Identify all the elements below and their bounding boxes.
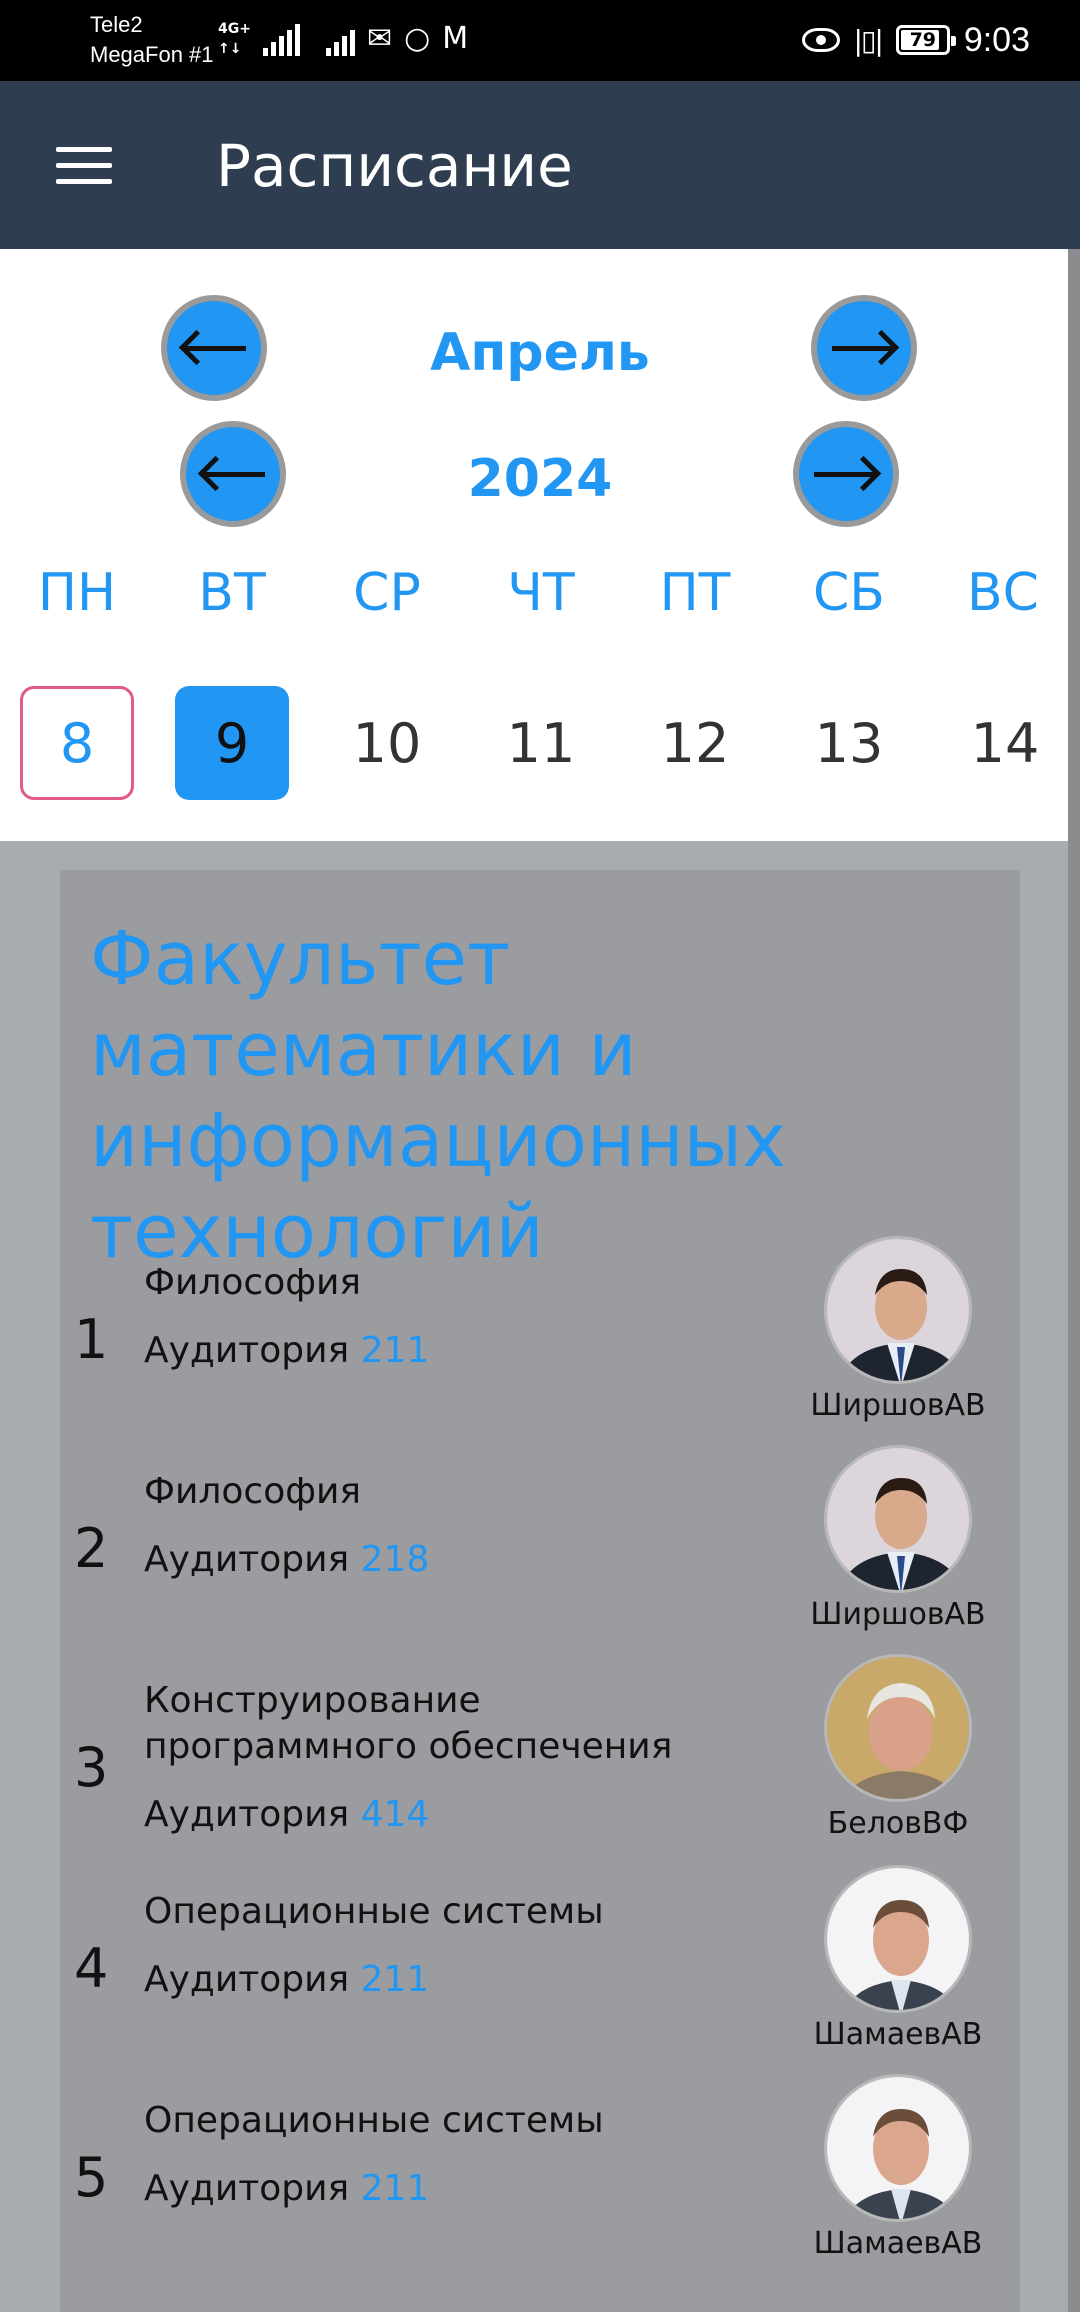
day-cell[interactable]: 10: [330, 686, 444, 800]
teacher-name: БеловВФ: [827, 1806, 969, 1841]
carrier-1: Tele2: [90, 12, 143, 37]
teacher-avatar: [824, 1236, 972, 1384]
lesson-row[interactable]: 4 Операционные системы Аудитория 211 Шам…: [60, 1865, 1020, 2099]
teacher-avatar: [824, 1445, 972, 1593]
teacher-avatar: [824, 1654, 972, 1802]
gmail-icon: M: [442, 21, 469, 56]
day-cell[interactable]: 12: [638, 686, 752, 800]
network-type-label: 4G+: [218, 21, 251, 37]
sync-icon: ○: [404, 21, 431, 56]
weekday-mon: ПН: [37, 563, 117, 623]
weekday-wed: СР: [353, 563, 421, 623]
mail-icon: ✉: [366, 21, 393, 56]
day-cell[interactable]: 13: [792, 686, 906, 800]
teacher-name: ШамаевАВ: [813, 2017, 983, 2052]
day-cell[interactable]: 14: [948, 686, 1062, 800]
avatar-photo: [827, 1657, 969, 1799]
teacher-name: ШиршовАВ: [810, 1388, 986, 1423]
lesson-row[interactable]: 5 Операционные системы Аудитория 211 Шам…: [60, 2074, 1020, 2308]
month-label: Апрель: [430, 323, 650, 383]
teacher-name: ШамаевАВ: [813, 2226, 983, 2261]
year-label: 2024: [467, 449, 613, 509]
hamburger-icon: [56, 146, 112, 152]
hamburger-line: [56, 162, 112, 168]
weekday-fri: ПТ: [659, 563, 731, 623]
room-label: Аудитория: [144, 1794, 350, 1835]
battery-level: 79: [909, 29, 937, 51]
lesson-room: Аудитория 211: [144, 1957, 429, 2003]
weekday-sat: СБ: [813, 563, 885, 623]
lesson-subject: Операционные системы: [144, 2100, 604, 2141]
arrow-left-icon: [201, 471, 265, 477]
lesson-number: 1: [74, 1308, 109, 1371]
status-icons-right: |▯| 79 9:03: [801, 18, 1030, 62]
day-cell-selected[interactable]: 9: [175, 686, 289, 800]
arrow-right-icon: [832, 345, 896, 351]
weekday-sun: ВС: [967, 563, 1039, 623]
lesson-room: Аудитория 414: [144, 1792, 429, 1838]
room-number: 211: [360, 1959, 430, 2000]
prev-month-button[interactable]: [161, 295, 267, 401]
weekday-tue: ВТ: [198, 563, 266, 623]
arrow-left-icon: [182, 345, 246, 351]
room-number: 211: [360, 1330, 430, 1371]
room-label: Аудитория: [144, 1330, 350, 1371]
room-number: 211: [360, 2168, 430, 2209]
signal-icon-1: [262, 24, 300, 56]
room-number: 414: [360, 1794, 430, 1835]
scrollbar[interactable]: [1068, 249, 1080, 841]
status-bar: Tele2 MegaFon #1 4G+ ↑↓ ✉ ○ M |▯| 79 9:0…: [0, 0, 1080, 81]
lesson-number: 4: [74, 1937, 109, 2000]
lesson-room: Аудитория 211: [144, 1328, 429, 1374]
lesson-room: Аудитория 211: [144, 2166, 429, 2212]
next-year-button[interactable]: [793, 421, 899, 527]
avatar-photo: [827, 1868, 969, 2010]
app-bar: Расписание: [0, 81, 1080, 249]
room-label: Аудитория: [144, 1959, 350, 2000]
prev-year-button[interactable]: [180, 421, 286, 527]
vibrate-icon: |▯|: [853, 23, 884, 57]
lesson-row[interactable]: 1 Философия Аудитория 211 ШиршовАВ: [60, 1236, 1020, 1470]
carrier-info: Tele2 MegaFon #1: [90, 10, 214, 70]
faculty-title: Факультет математики и информационных те…: [90, 916, 786, 1275]
lesson-row[interactable]: 2 Философия Аудитория 218 ШиршовАВ: [60, 1445, 1020, 1679]
lesson-room: Аудитория 218: [144, 1537, 429, 1583]
teacher-avatar: [824, 1865, 972, 2013]
lesson-number: 2: [74, 1517, 109, 1580]
eye-comfort-icon: [801, 28, 840, 52]
clock: 9:03: [963, 20, 1030, 59]
room-label: Аудитория: [144, 2168, 350, 2209]
arrow-right-icon: [814, 471, 878, 477]
lesson-number: 3: [74, 1736, 109, 1799]
lesson-subject: Конструирование программного обеспечения: [144, 1680, 673, 1767]
scrollbar-track[interactable]: [1068, 841, 1080, 2312]
calendar-panel: Апрель 2024 ПН ВТ СР ЧТ ПТ СБ ВС 8 9 10 …: [0, 249, 1080, 841]
day-cell-today[interactable]: 8: [20, 686, 134, 800]
page-title: Расписание: [216, 132, 573, 200]
teacher-avatar: [824, 2074, 972, 2222]
lesson-subject: Операционные системы: [144, 1891, 604, 1932]
next-month-button[interactable]: [811, 295, 917, 401]
battery-icon: 79: [895, 25, 956, 55]
room-label: Аудитория: [144, 1539, 350, 1580]
signal-icon-2: [325, 26, 355, 56]
lesson-number: 5: [74, 2146, 109, 2209]
schedule-card: Факультет математики и информационных те…: [60, 870, 1020, 2312]
weekday-thu: ЧТ: [507, 563, 575, 623]
avatar-photo: [827, 1448, 969, 1590]
avatar-photo: [827, 2077, 969, 2219]
lesson-subject: Философия: [144, 1262, 362, 1303]
lesson-row[interactable]: 3 Конструирование программного обеспечен…: [60, 1654, 1020, 1888]
status-icons-left: 4G+ ↑↓ ✉ ○ M: [218, 22, 468, 56]
weekday-header: ПН ВТ СР ЧТ ПТ СБ ВС: [0, 563, 1080, 623]
day-cell[interactable]: 11: [484, 686, 598, 800]
carrier-2: MegaFon #1: [90, 42, 214, 67]
data-activity-icon: ↑↓: [218, 41, 242, 57]
lesson-subject: Философия: [144, 1471, 362, 1512]
teacher-name: ШиршовАВ: [810, 1597, 986, 1632]
avatar-photo: [827, 1239, 969, 1381]
menu-button[interactable]: [40, 125, 126, 205]
hamburger-line: [56, 178, 112, 184]
room-number: 218: [360, 1539, 430, 1580]
